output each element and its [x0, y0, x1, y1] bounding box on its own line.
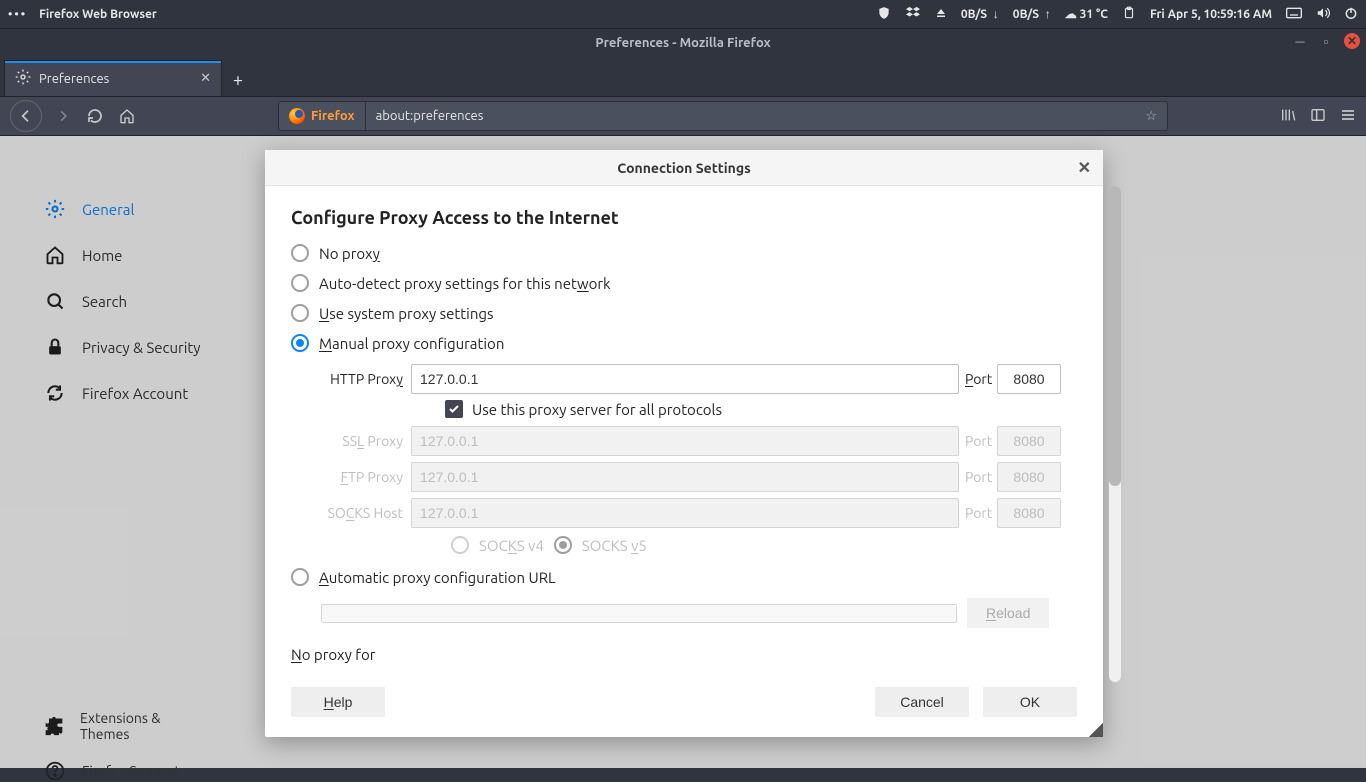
sidebar-toggle-icon[interactable] — [1310, 107, 1326, 126]
identity-box[interactable]: Firefox — [279, 102, 366, 130]
home-button[interactable] — [116, 105, 138, 127]
ftp-proxy-input — [411, 462, 959, 492]
radio-icon — [291, 568, 309, 586]
connection-settings-dialog: Connection Settings ✕ Configure Proxy Ac… — [265, 150, 1103, 737]
radio-system-proxy[interactable]: Use system proxy settings — [291, 304, 1077, 322]
radio-socks-v5 — [554, 536, 572, 554]
menu-icon[interactable] — [1340, 107, 1356, 126]
radio-label: No proxy — [319, 245, 380, 262]
ftp-port-label: Port — [959, 469, 997, 485]
eject-icon[interactable] — [935, 7, 947, 22]
tab-close-icon[interactable]: ✕ — [200, 71, 211, 86]
clock[interactable]: Fri Apr 5, 10:59:16 AM — [1150, 8, 1272, 21]
ssl-proxy-label: SSL Proxy — [321, 433, 411, 449]
net-down: 0B/S ↓ — [961, 7, 999, 21]
navigation-toolbar: Firefox about:preferences ☆ — [0, 96, 1366, 136]
http-port-label: Port — [959, 371, 997, 387]
scrollbar-thumb[interactable] — [1109, 186, 1121, 486]
dialog-title: Connection Settings — [617, 160, 750, 176]
dialog-scrollbar[interactable] — [1109, 186, 1121, 682]
pac-url-input — [321, 604, 957, 623]
ssl-port-input — [997, 426, 1061, 456]
clipboard-icon[interactable] — [1122, 6, 1136, 23]
tab-strip: Preferences ✕ + — [0, 56, 1366, 96]
socks-host-input — [411, 498, 959, 528]
radio-icon — [291, 334, 309, 352]
socks-v5-label: SOCKS v5 — [582, 537, 647, 554]
tab-preferences[interactable]: Preferences ✕ — [4, 60, 222, 96]
dialog-heading: Configure Proxy Access to the Internet — [291, 208, 1077, 228]
dropbox-icon[interactable] — [905, 6, 921, 23]
tab-label: Preferences — [39, 72, 109, 86]
ok-button[interactable]: OK — [983, 687, 1077, 717]
ssl-proxy-input — [411, 426, 959, 456]
http-proxy-input[interactable] — [411, 364, 959, 394]
volume-icon[interactable] — [1316, 6, 1330, 23]
http-port-input[interactable] — [997, 364, 1061, 394]
socks-v4-label: SOCKS v4 — [479, 537, 544, 554]
resize-grip[interactable] — [1089, 723, 1103, 737]
ftp-port-input — [997, 462, 1061, 492]
radio-label: Auto-detect proxy settings for this netw… — [319, 275, 611, 292]
activities-icon[interactable]: ••• — [8, 8, 27, 21]
minimize-button[interactable]: ─ — [1292, 33, 1308, 49]
radio-auto-detect[interactable]: Auto-detect proxy settings for this netw… — [291, 274, 1077, 292]
close-window-button[interactable]: ✕ — [1344, 33, 1360, 49]
ssl-port-label: Port — [959, 433, 997, 449]
dialog-header: Connection Settings ✕ — [265, 150, 1103, 186]
radio-pac-url[interactable]: Automatic proxy configuration URL — [291, 568, 1077, 586]
shield-icon[interactable] — [877, 6, 891, 23]
new-tab-button[interactable]: + — [222, 64, 254, 96]
forward-button[interactable] — [52, 105, 74, 127]
reload-pac-button: Reload — [967, 598, 1049, 628]
radio-label: Automatic proxy configuration URL — [319, 569, 556, 586]
ftp-proxy-label: FTP Proxy — [321, 469, 411, 485]
firefox-icon — [289, 108, 305, 124]
preferences-page: General Home Search Privacy & Security F… — [0, 136, 1366, 768]
identity-label: Firefox — [311, 109, 355, 123]
checkbox-checked-icon — [445, 400, 463, 418]
temperature: ☁ 31 °C — [1065, 7, 1108, 21]
radio-no-proxy[interactable]: No proxy — [291, 244, 1077, 262]
library-icon[interactable] — [1280, 107, 1296, 126]
keyboard-icon[interactable] — [1286, 7, 1302, 22]
socks-port-label: Port — [959, 505, 997, 521]
system-top-bar: ••• Firefox Web Browser 0B/S ↓ 0B/S ↑ ☁ … — [0, 0, 1366, 28]
back-button[interactable] — [10, 100, 42, 132]
window-title: Preferences - Mozilla Firefox — [595, 36, 770, 50]
net-up: 0B/S ↑ — [1013, 7, 1051, 21]
power-icon[interactable] — [1344, 6, 1358, 23]
url-text: about:preferences — [366, 109, 494, 123]
reload-button[interactable] — [84, 105, 106, 127]
radio-manual-proxy[interactable]: Manual proxy configuration — [291, 334, 1077, 352]
cancel-button[interactable]: Cancel — [875, 687, 969, 717]
http-proxy-label: HTTP Proxy — [321, 371, 411, 387]
app-menu-label[interactable]: Firefox Web Browser — [39, 8, 157, 21]
use-for-all-checkbox-row[interactable]: Use this proxy server for all protocols — [445, 400, 1077, 418]
socks-port-input — [997, 498, 1061, 528]
checkbox-label: Use this proxy server for all protocols — [472, 401, 722, 418]
window-title-bar: Preferences - Mozilla Firefox ─ ▫ ✕ — [0, 28, 1366, 56]
gear-icon — [15, 69, 31, 88]
help-button[interactable]: Help — [291, 687, 385, 717]
bookmark-star-icon[interactable]: ☆ — [1135, 109, 1167, 124]
dialog-close-icon[interactable]: ✕ — [1078, 158, 1091, 177]
radio-icon — [291, 274, 309, 292]
radio-icon — [291, 244, 309, 262]
radio-icon — [291, 304, 309, 322]
radio-label: Manual proxy configuration — [319, 335, 504, 352]
radio-socks-v4 — [451, 536, 469, 554]
maximize-button[interactable]: ▫ — [1318, 33, 1334, 49]
url-bar[interactable]: Firefox about:preferences ☆ — [278, 101, 1168, 131]
socks-host-label: SOCKS Host — [321, 505, 411, 521]
no-proxy-for-label: No proxy for — [291, 646, 1077, 663]
radio-label: Use system proxy settings — [319, 305, 494, 322]
